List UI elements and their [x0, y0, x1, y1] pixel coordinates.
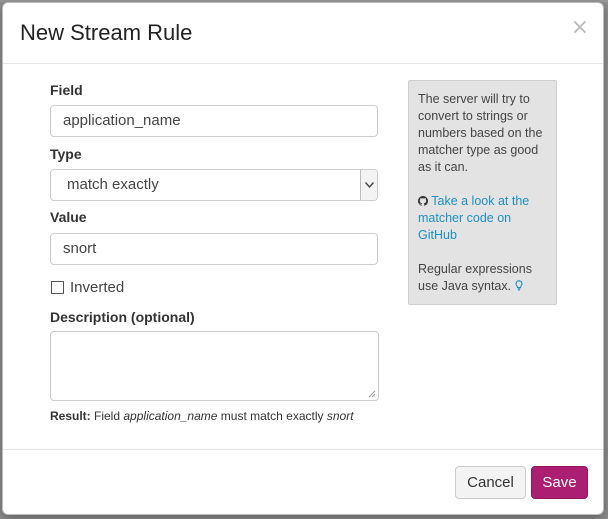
result-text2: must match exactly [220, 409, 324, 423]
new-stream-rule-modal: New Stream Rule × Field application_name… [2, 2, 604, 515]
result-text: Result: Field application_name must matc… [50, 409, 354, 423]
type-select-value: match exactly [67, 176, 159, 193]
chevron-down-icon [360, 170, 377, 200]
close-button[interactable]: × [571, 16, 589, 40]
result-text1: Field [94, 409, 121, 423]
type-label: Type [50, 146, 82, 162]
value-label: Value [50, 209, 87, 225]
value-input[interactable]: snort [50, 233, 378, 265]
help-paragraph: The server will try to convert to string… [418, 92, 543, 174]
description-label: Description (optional) [50, 309, 195, 325]
type-select[interactable]: match exactly [50, 169, 378, 201]
help-panel: The server will try to convert to string… [408, 80, 557, 305]
field-label: Field [50, 82, 83, 98]
result-field: application_name [123, 409, 218, 423]
result-prefix: Result: [50, 409, 91, 423]
field-input[interactable]: application_name [50, 105, 378, 137]
cancel-button[interactable]: Cancel [455, 466, 526, 499]
result-value: snort [326, 409, 354, 423]
modal-footer: Cancel Save [3, 449, 603, 515]
modal-header: New Stream Rule × [3, 3, 603, 64]
save-button[interactable]: Save [531, 466, 588, 499]
lightbulb-icon[interactable] [515, 279, 523, 293]
inverted-checkbox[interactable] [51, 281, 64, 294]
github-matcher-link[interactable]: Take a look at the matcher code on GitHu… [418, 194, 529, 242]
github-icon [418, 194, 431, 208]
inverted-label[interactable]: Inverted [70, 279, 124, 296]
modal-title: New Stream Rule [20, 20, 193, 45]
resize-grip-icon[interactable] [368, 390, 376, 398]
description-textarea[interactable] [50, 331, 379, 401]
